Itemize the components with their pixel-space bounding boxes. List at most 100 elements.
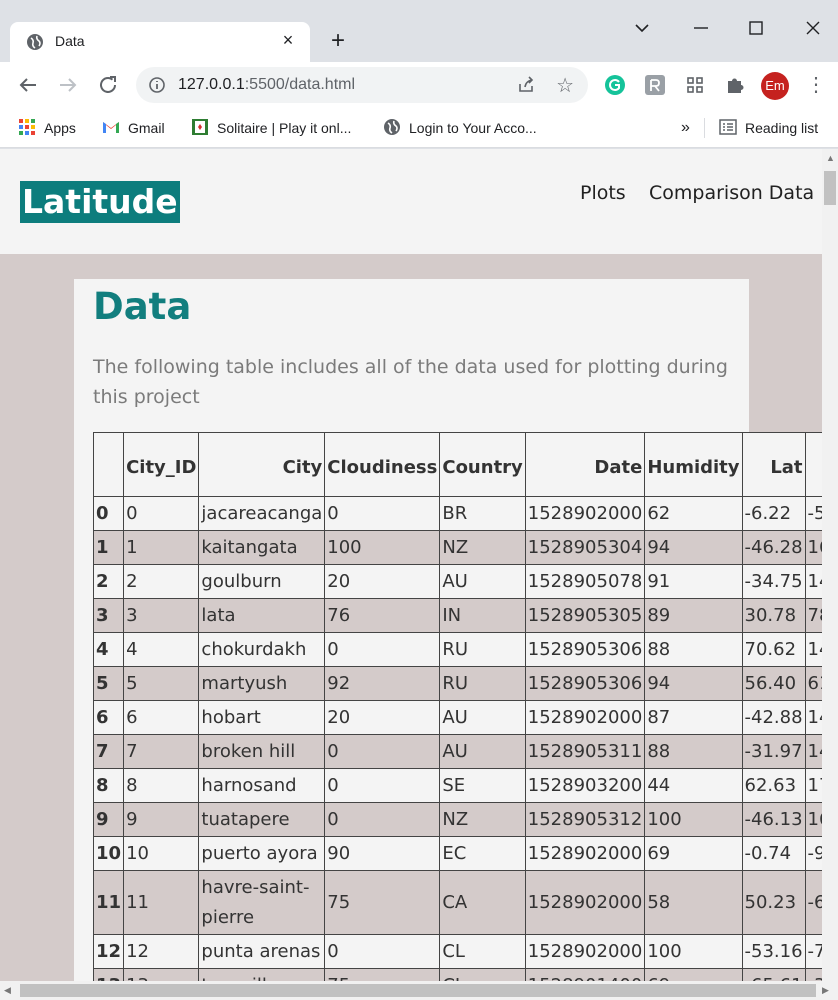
scroll-up-icon[interactable]: ▲ [826, 153, 835, 163]
table-cell: 0 [324, 934, 441, 969]
table-cell: broken hill [198, 734, 326, 769]
close-window-icon[interactable] [795, 14, 831, 42]
table-cell: -6 [804, 870, 822, 935]
table-cell: 62 [644, 496, 743, 531]
table-cell: 100 [324, 530, 441, 565]
grammarly-icon[interactable] [604, 74, 626, 96]
globe-icon [384, 119, 400, 135]
column-header: Country [439, 432, 526, 497]
table-cell: 89 [644, 598, 743, 633]
table-cell: -3 [804, 968, 822, 981]
table-cell: 1528905312 [524, 802, 646, 837]
table-cell: 5 [123, 666, 200, 701]
table-cell: 0 [123, 496, 200, 531]
gmail-icon [103, 122, 119, 133]
horizontal-scrollbar[interactable]: ◀ ▶ [0, 981, 838, 1000]
tab-data[interactable]: Data × [10, 22, 310, 62]
bookmark-star-icon[interactable]: ☆ [556, 73, 574, 98]
table-cell: 1528905305 [524, 598, 646, 633]
table-row: 11kaitangata100NZ152890530494-46.2816 [93, 530, 822, 565]
solitaire-icon [192, 119, 208, 135]
table-cell: -34.75 [741, 564, 806, 599]
data-table-container: City_ID City Cloudiness Country Date Humidity… [93, 432, 822, 981]
site-brand-link[interactable]: Latitude [20, 181, 180, 223]
table-cell: lata [198, 598, 326, 633]
bookmark-label: Apps [44, 120, 76, 136]
table-cell: CL [439, 968, 526, 981]
table-cell: 94 [644, 530, 743, 565]
bookmark-solitaire[interactable]: Solitaire | Play it onl... [191, 118, 351, 138]
browser-menu-icon[interactable]: ⋮ [806, 72, 826, 98]
horizontal-scroll-thumb[interactable] [20, 984, 816, 997]
table-cell: -42.88 [741, 700, 806, 735]
nav-link-comparison-data[interactable]: Comparison Data [649, 182, 814, 204]
table-row: 55martyush92RU15289053069456.4061 [93, 666, 822, 701]
address-bar[interactable]: 127.0.0.1:5500/data.html ☆ [136, 67, 588, 103]
extension-grid-icon[interactable] [684, 74, 706, 96]
bookmark-label: Solitaire | Play it onl... [217, 120, 352, 136]
table-cell: 3 [123, 598, 200, 633]
site-info-icon[interactable] [148, 76, 166, 94]
maximize-icon[interactable] [738, 14, 774, 42]
table-cell: 87 [644, 700, 743, 735]
row-index: 8 [93, 768, 125, 803]
extension-ruler-icon[interactable] [644, 74, 666, 96]
table-cell: 20 [324, 700, 441, 735]
table-cell: 100 [644, 934, 743, 969]
table-cell: 75 [324, 870, 441, 935]
bookmark-gmail[interactable]: Gmail [102, 118, 165, 138]
forward-icon[interactable] [56, 73, 80, 97]
table-cell: NZ [439, 802, 526, 837]
table-cell: CL [439, 934, 526, 969]
reading-list-button[interactable]: Reading list [719, 118, 818, 138]
table-row: 44chokurdakh0RU15289053068870.6214 [93, 632, 822, 667]
bookmark-login[interactable]: Login to Your Acco... [383, 118, 537, 138]
intro-text: The following table includes all of the … [93, 356, 728, 408]
table-cell: chokurdakh [198, 632, 326, 667]
share-icon[interactable] [516, 75, 536, 95]
row-index: 1 [93, 530, 125, 565]
row-index: 5 [93, 666, 125, 701]
tab-search-icon[interactable] [624, 14, 660, 42]
table-cell: 1528902000 [524, 836, 646, 871]
table-cell: 1528905306 [524, 632, 646, 667]
row-index: 0 [93, 496, 125, 531]
scroll-right-icon[interactable]: ▶ [822, 985, 829, 996]
row-index: 6 [93, 700, 125, 735]
table-cell: 17 [804, 768, 822, 803]
table-cell: goulburn [198, 564, 326, 599]
table-cell: 1528903200 [524, 768, 646, 803]
table-cell: 12 [123, 934, 200, 969]
minimize-icon[interactable] [683, 14, 719, 42]
table-cell: 94 [644, 666, 743, 701]
scroll-left-icon[interactable]: ◀ [4, 985, 11, 996]
bookmark-apps[interactable]: Apps [18, 118, 76, 138]
vertical-scrollbar[interactable]: ▲ [822, 149, 838, 981]
reload-icon[interactable] [96, 73, 120, 97]
table-cell: AU [439, 734, 526, 769]
column-header: Humidity [644, 432, 743, 497]
table-cell: 0 [324, 632, 441, 667]
row-index: 13 [93, 968, 125, 981]
table-cell: -9 [804, 836, 822, 871]
table-cell: 92 [324, 666, 441, 701]
table-cell: 14 [804, 564, 822, 599]
new-tab-button[interactable]: + [325, 28, 351, 54]
table-cell: 78 [804, 598, 822, 633]
tab-strip: Data × + [0, 0, 838, 62]
profile-avatar[interactable]: Em [761, 72, 789, 100]
back-icon[interactable] [16, 73, 40, 97]
nav-link-plots[interactable]: Plots [580, 182, 626, 204]
table-cell: 75 [324, 968, 441, 981]
table-row: 12 12 punta arenas 0 CL 1528902000 100 -53.16 -7 [93, 934, 822, 969]
extensions-puzzle-icon[interactable] [724, 74, 746, 96]
vertical-scroll-thumb[interactable] [824, 171, 836, 205]
table-cell: 11 [123, 870, 200, 935]
tab-close-icon[interactable]: × [278, 30, 298, 50]
table-cell: 2 [123, 564, 200, 599]
browser-chrome: Data × + 127.0.0.1:5500/data.html ☆ Em ⋮ [0, 0, 838, 149]
bookmarks-bar: Apps Gmail Solitaire | Play it onl... Lo… [0, 108, 838, 148]
more-bookmarks-button[interactable]: » [681, 118, 690, 138]
table-cell: 58 [644, 870, 743, 935]
table-cell: harnosand [198, 768, 326, 803]
